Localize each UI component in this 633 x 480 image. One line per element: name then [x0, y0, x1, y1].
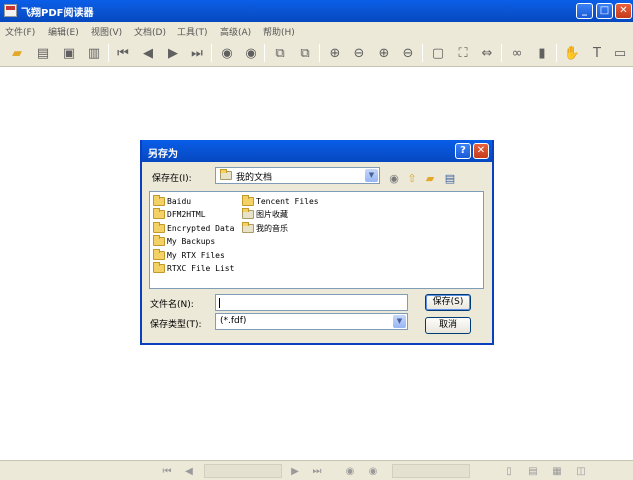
menu-bar: 文件(F) 编辑(E) 视图(V) 文档(D) 工具(T) 高级(A) 帮助(H…	[0, 22, 633, 39]
snapshot-icon[interactable]: ▭	[610, 43, 630, 63]
list-item[interactable]: Baidu	[153, 194, 191, 207]
rotate-left-icon[interactable]: ⧉	[270, 43, 290, 63]
app-title-bar: 飞翔PDF阅读器 _ □ ✕	[0, 0, 633, 22]
status-forward-icon[interactable]: ◉	[366, 464, 380, 478]
filetype-dropdown[interactable]: (*.fdf) ▼	[215, 313, 408, 330]
new-folder-icon[interactable]: ▰	[422, 170, 438, 186]
filename-label: 文件名(N):	[150, 300, 194, 310]
save-icon[interactable]: ▣	[59, 43, 79, 63]
first-page-icon[interactable]: ⏮	[113, 43, 133, 63]
list-item[interactable]: 图片收藏	[242, 207, 288, 220]
file-list[interactable]: Baidu DFM2HTML Encrypted Data My Backups…	[149, 191, 484, 289]
status-prev-page-icon[interactable]: ◀	[182, 464, 196, 478]
last-page-icon[interactable]: ⏭	[187, 43, 207, 63]
page-number-box[interactable]	[204, 464, 282, 478]
music-folder-icon	[242, 221, 254, 233]
dialog-title-bar: 另存为 ? ✕	[142, 140, 492, 162]
hand-tool-icon[interactable]: ✋	[562, 43, 582, 63]
list-item[interactable]: 我的音乐	[242, 221, 288, 234]
open-folder-icon[interactable]: ▰	[7, 43, 27, 63]
status-last-page-icon[interactable]: ⏭	[310, 464, 324, 478]
menu-view[interactable]: 视图(V)	[91, 25, 122, 38]
my-documents-icon	[220, 169, 232, 180]
list-item[interactable]: My RTX Files	[153, 248, 225, 261]
menu-document[interactable]: 文档(D)	[134, 25, 166, 38]
dialog-close-button[interactable]: ✕	[473, 143, 489, 159]
menu-advanced[interactable]: 高级(A)	[220, 25, 251, 38]
menu-tools[interactable]: 工具(T)	[177, 25, 208, 38]
single-page-icon[interactable]: ▯	[502, 464, 516, 478]
import-icon[interactable]: ▤	[33, 43, 53, 63]
menu-file[interactable]: 文件(F)	[5, 25, 35, 38]
list-item[interactable]: DFM2HTML	[153, 207, 206, 220]
save-button[interactable]: 保存(S)	[425, 294, 471, 311]
zoom-minus-icon[interactable]: ⊖	[398, 43, 418, 63]
dialog-title: 另存为	[148, 149, 178, 160]
filetype-label: 保存类型(T):	[150, 320, 202, 330]
filename-input[interactable]	[215, 294, 408, 311]
chevron-down-icon[interactable]: ▼	[365, 169, 378, 182]
forward-icon[interactable]: ◉	[241, 43, 261, 63]
zoom-plus-icon[interactable]: ⊕	[374, 43, 394, 63]
status-back-icon[interactable]: ◉	[343, 464, 357, 478]
chevron-down-icon[interactable]: ▼	[393, 315, 406, 328]
zoom-in-icon[interactable]: ⊕	[325, 43, 345, 63]
app-title: 飞翔PDF阅读器	[21, 8, 94, 19]
continuous-facing-icon[interactable]: ◫	[574, 464, 588, 478]
folder-icon	[153, 261, 165, 273]
view-menu-icon[interactable]: ▤	[442, 170, 458, 186]
back-nav-icon[interactable]: ◉	[386, 170, 402, 186]
close-button[interactable]: ✕	[615, 3, 632, 19]
fit-width-icon[interactable]: ⇔	[477, 43, 497, 63]
back-icon[interactable]: ◉	[217, 43, 237, 63]
minimize-button[interactable]: _	[576, 3, 593, 19]
folder-icon	[153, 221, 165, 233]
zoom-out-icon[interactable]: ⊖	[349, 43, 369, 63]
status-first-page-icon[interactable]: ⏮	[160, 464, 174, 478]
folder-icon	[153, 234, 165, 246]
continuous-icon[interactable]: ▤	[526, 464, 540, 478]
list-item[interactable]: Tencent Files	[242, 194, 319, 207]
actual-size-icon[interactable]: ▢	[428, 43, 448, 63]
rotate-right-icon[interactable]: ⧉	[295, 43, 315, 63]
print-icon[interactable]: ▥	[84, 43, 104, 63]
save-as-dialog: 另存为 ? ✕ 保存在(I): 我的文档 ▼ ◉ ⇧ ▰ ▤ Baidu DFM…	[140, 140, 494, 345]
save-in-label: 保存在(I):	[152, 174, 192, 184]
toolbar: ▰ ▤ ▣ ▥ ⏮ ◀ ▶ ⏭ ◉ ◉ ⧉ ⧉ ⊕ ⊖ ⊕ ⊖ ▢ ⛶ ⇔ ∞ …	[0, 39, 633, 67]
cancel-button[interactable]: 取消	[425, 317, 471, 334]
status-next-page-icon[interactable]: ▶	[288, 464, 302, 478]
text-caret	[219, 298, 220, 308]
folder-icon	[242, 194, 254, 206]
menu-edit[interactable]: 编辑(E)	[48, 25, 79, 38]
zoom-box[interactable]	[392, 464, 470, 478]
folder-icon	[153, 248, 165, 260]
status-bar: ⏮ ◀ ▶ ⏭ ◉ ◉ ▯ ▤ ▦ ◫	[0, 460, 633, 480]
app-icon	[4, 4, 17, 17]
folder-icon	[153, 207, 165, 219]
filetype-value: (*.fdf)	[220, 316, 247, 326]
bookmark-icon[interactable]: ▮	[532, 43, 552, 63]
save-in-dropdown[interactable]: 我的文档 ▼	[215, 167, 380, 184]
list-item[interactable]: Encrypted Data	[153, 221, 234, 234]
save-in-value: 我的文档	[236, 173, 273, 183]
list-item[interactable]: RTXC File List	[153, 261, 234, 274]
list-item[interactable]: My Backups	[153, 234, 215, 247]
maximize-button[interactable]: □	[596, 3, 613, 19]
pictures-folder-icon	[242, 207, 254, 219]
find-icon[interactable]: ∞	[507, 43, 527, 63]
dialog-help-button[interactable]: ?	[455, 143, 471, 159]
facing-icon[interactable]: ▦	[550, 464, 564, 478]
menu-help[interactable]: 帮助(H)	[263, 25, 295, 38]
fit-page-icon[interactable]: ⛶	[453, 43, 473, 63]
text-select-icon[interactable]: T	[587, 43, 607, 63]
folder-icon	[153, 194, 165, 206]
next-page-icon[interactable]: ▶	[163, 43, 183, 63]
prev-page-icon[interactable]: ◀	[138, 43, 158, 63]
up-folder-icon[interactable]: ⇧	[404, 170, 420, 186]
